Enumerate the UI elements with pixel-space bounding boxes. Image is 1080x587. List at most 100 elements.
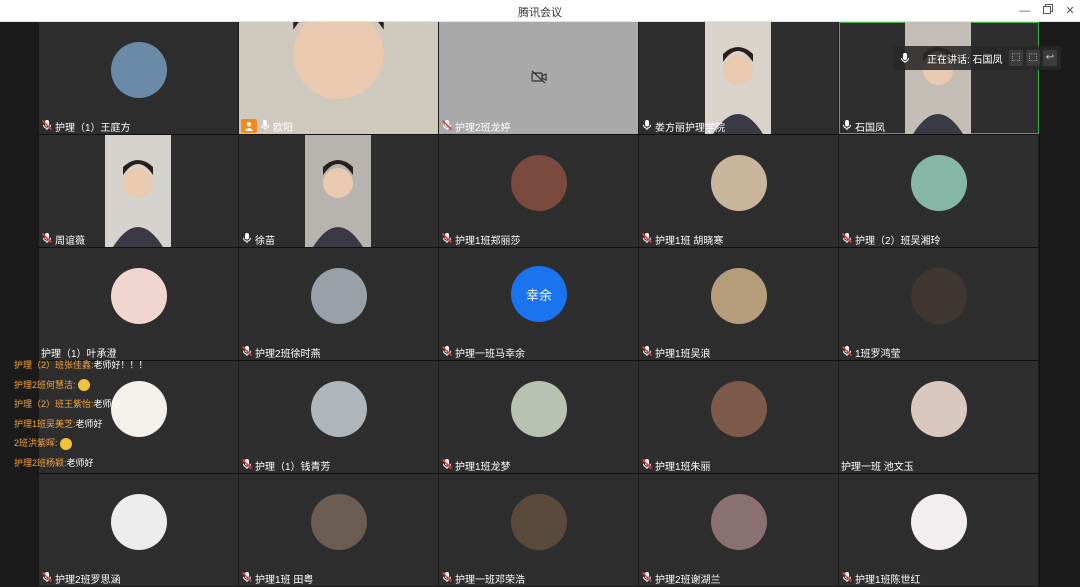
mic-muted-icon bbox=[41, 119, 53, 134]
participant-name: 石国凤 bbox=[855, 122, 885, 134]
avatar bbox=[311, 268, 367, 324]
participant-tile[interactable]: 护理2班罗思涵 bbox=[39, 474, 239, 586]
participant-name: 护理1班陈世红 bbox=[855, 574, 921, 586]
participant-tile[interactable]: 护理一班邓荣浩 bbox=[439, 474, 639, 586]
chat-text: 老师好 bbox=[75, 418, 103, 429]
participant-tile[interactable]: 护理1班龙梦 bbox=[439, 361, 639, 473]
participant-name: 护理1班龙梦 bbox=[455, 461, 511, 473]
chat-sender: 护理2班杨颖: bbox=[14, 457, 67, 468]
mic-muted-icon bbox=[441, 571, 453, 586]
participant-tile[interactable]: 周谊薇 bbox=[39, 135, 239, 247]
participant-tile[interactable]: 护理1班 胡晓寒 bbox=[639, 135, 839, 247]
participant-name: 徐苗 bbox=[255, 235, 275, 247]
chat-text: 老师好 bbox=[66, 457, 94, 468]
avatar bbox=[511, 381, 567, 437]
chat-message: 护理2班何慧洁: bbox=[14, 376, 174, 396]
participant-tile[interactable]: 徐苗 bbox=[239, 135, 439, 247]
restore-icon[interactable] bbox=[1040, 3, 1056, 19]
chat-text: 老师好 bbox=[93, 399, 121, 410]
avatar bbox=[911, 381, 967, 437]
mic-muted-icon bbox=[241, 571, 253, 586]
video-feed bbox=[105, 135, 171, 247]
avatar bbox=[311, 381, 367, 437]
participant-name: 护理1班 田粤 bbox=[255, 574, 314, 586]
pin-icon[interactable]: ⬚ bbox=[1009, 50, 1023, 66]
mic-muted-icon bbox=[841, 345, 853, 360]
participant-name-row: 护理一班 池文玉 bbox=[841, 458, 914, 473]
chat-sender: 2班洪紫晖: bbox=[14, 438, 58, 449]
participant-name-row: 护理（2）班吴湘玲 bbox=[841, 232, 941, 247]
expand-icon[interactable]: ⬚ bbox=[1026, 50, 1040, 66]
speaking-label: 正在讲话: 石国凤 bbox=[927, 54, 1003, 66]
mic-muted-icon bbox=[841, 571, 853, 586]
participant-name-row: 石国凤 bbox=[841, 119, 885, 134]
participant-tile[interactable]: 护理2班徐时燕 bbox=[239, 248, 439, 360]
chat-sender: 护理2班何慧洁: bbox=[14, 379, 76, 390]
avatar bbox=[311, 494, 367, 550]
participant-name-row: 护理1班龙梦 bbox=[441, 458, 511, 473]
mic-muted-icon bbox=[641, 345, 653, 360]
participant-tile[interactable]: 1班罗鸿莹 bbox=[839, 248, 1039, 360]
avatar bbox=[511, 494, 567, 550]
participant-tile[interactable]: 护理（1）钱青芳 bbox=[239, 361, 439, 473]
participant-tile[interactable]: 护理（2）班吴湘玲 bbox=[839, 135, 1039, 247]
minimize-icon[interactable]: — bbox=[1017, 3, 1033, 19]
avatar bbox=[711, 268, 767, 324]
participant-tile[interactable]: 幸余护理一班马幸余 bbox=[439, 248, 639, 360]
participant-name: 护理1班 胡晓寒 bbox=[655, 235, 724, 247]
camera-off-background bbox=[439, 22, 638, 134]
clap-emoji-icon bbox=[78, 379, 91, 392]
participant-name-row: 周谊薇 bbox=[41, 232, 85, 247]
participant-name-row: 护理一班邓荣浩 bbox=[441, 571, 525, 586]
participant-name: 护理一班邓荣浩 bbox=[455, 574, 525, 586]
participant-name: 1班罗鸿莹 bbox=[855, 348, 901, 360]
video-feed bbox=[705, 22, 771, 134]
speaking-indicator: 正在讲话: 石国凤 ⬚ ⬚ ↩ bbox=[893, 46, 1061, 70]
mic-muted-icon bbox=[641, 458, 653, 473]
participant-name-row: 欧阳 bbox=[241, 119, 293, 134]
avatar bbox=[911, 268, 967, 324]
close-icon[interactable]: ✕ bbox=[1062, 3, 1078, 19]
participant-tile[interactable]: 护理一班 池文玉 bbox=[839, 361, 1039, 473]
participant-tile[interactable]: 护理（1）王庭方 bbox=[39, 22, 239, 134]
title-bar: 腾讯会议 — ✕ bbox=[0, 0, 1080, 22]
participant-tile[interactable]: 护理1班郑丽莎 bbox=[439, 135, 639, 247]
mic-icon bbox=[241, 232, 253, 247]
participant-name-row: 娄方丽护理学院 bbox=[641, 119, 725, 134]
participant-name: 娄方丽护理学院 bbox=[655, 122, 725, 134]
participant-name-row: 护理1班朱丽 bbox=[641, 458, 711, 473]
video-feed bbox=[305, 135, 371, 247]
participant-name: 护理（2）班吴湘玲 bbox=[855, 235, 941, 247]
participant-tile[interactable]: 护理1班 田粤 bbox=[239, 474, 439, 586]
participant-name: 护理一班马幸余 bbox=[455, 348, 525, 360]
participant-tile[interactable]: 护理2班龙婷 bbox=[439, 22, 639, 134]
participant-name-row: 护理1班陈世红 bbox=[841, 571, 921, 586]
participant-name-row: 护理2班徐时燕 bbox=[241, 345, 321, 360]
window-title: 腾讯会议 bbox=[518, 7, 562, 19]
avatar bbox=[711, 155, 767, 211]
participant-tile[interactable]: 护理2班谢湖兰 bbox=[639, 474, 839, 586]
chat-message: 护理（2）班王紫怡:老师好 bbox=[14, 395, 174, 415]
participant-name-row: 护理2班谢湖兰 bbox=[641, 571, 721, 586]
participant-name-row: 护理1班郑丽莎 bbox=[441, 232, 521, 247]
chat-message: 护理1班吴美芝:老师好 bbox=[14, 415, 174, 435]
participant-tile[interactable]: 娄方丽护理学院 bbox=[639, 22, 839, 134]
mic-muted-icon bbox=[441, 232, 453, 247]
participant-name: 护理（1）钱青芳 bbox=[255, 461, 331, 473]
participant-tile[interactable]: 护理1班吴浪 bbox=[639, 248, 839, 360]
participant-tile[interactable]: 护理1班朱丽 bbox=[639, 361, 839, 473]
avatar: 幸余 bbox=[511, 266, 567, 322]
reply-icon[interactable]: ↩ bbox=[1043, 50, 1057, 66]
avatar bbox=[111, 42, 167, 98]
mic-muted-icon bbox=[441, 119, 453, 134]
participant-tile[interactable]: 石国凤 bbox=[839, 22, 1039, 134]
mic-muted-icon bbox=[41, 232, 53, 247]
participant-tile[interactable]: 欧阳 bbox=[239, 22, 439, 134]
mic-muted-icon bbox=[841, 232, 853, 247]
mic-muted-icon bbox=[441, 458, 453, 473]
participant-name-row: 1班罗鸿莹 bbox=[841, 345, 901, 360]
participant-tile[interactable]: 护理1班陈世红 bbox=[839, 474, 1039, 586]
avatar bbox=[111, 494, 167, 550]
video-feed bbox=[239, 22, 438, 134]
participant-tile[interactable]: 护理（1）叶承澄 bbox=[39, 248, 239, 360]
